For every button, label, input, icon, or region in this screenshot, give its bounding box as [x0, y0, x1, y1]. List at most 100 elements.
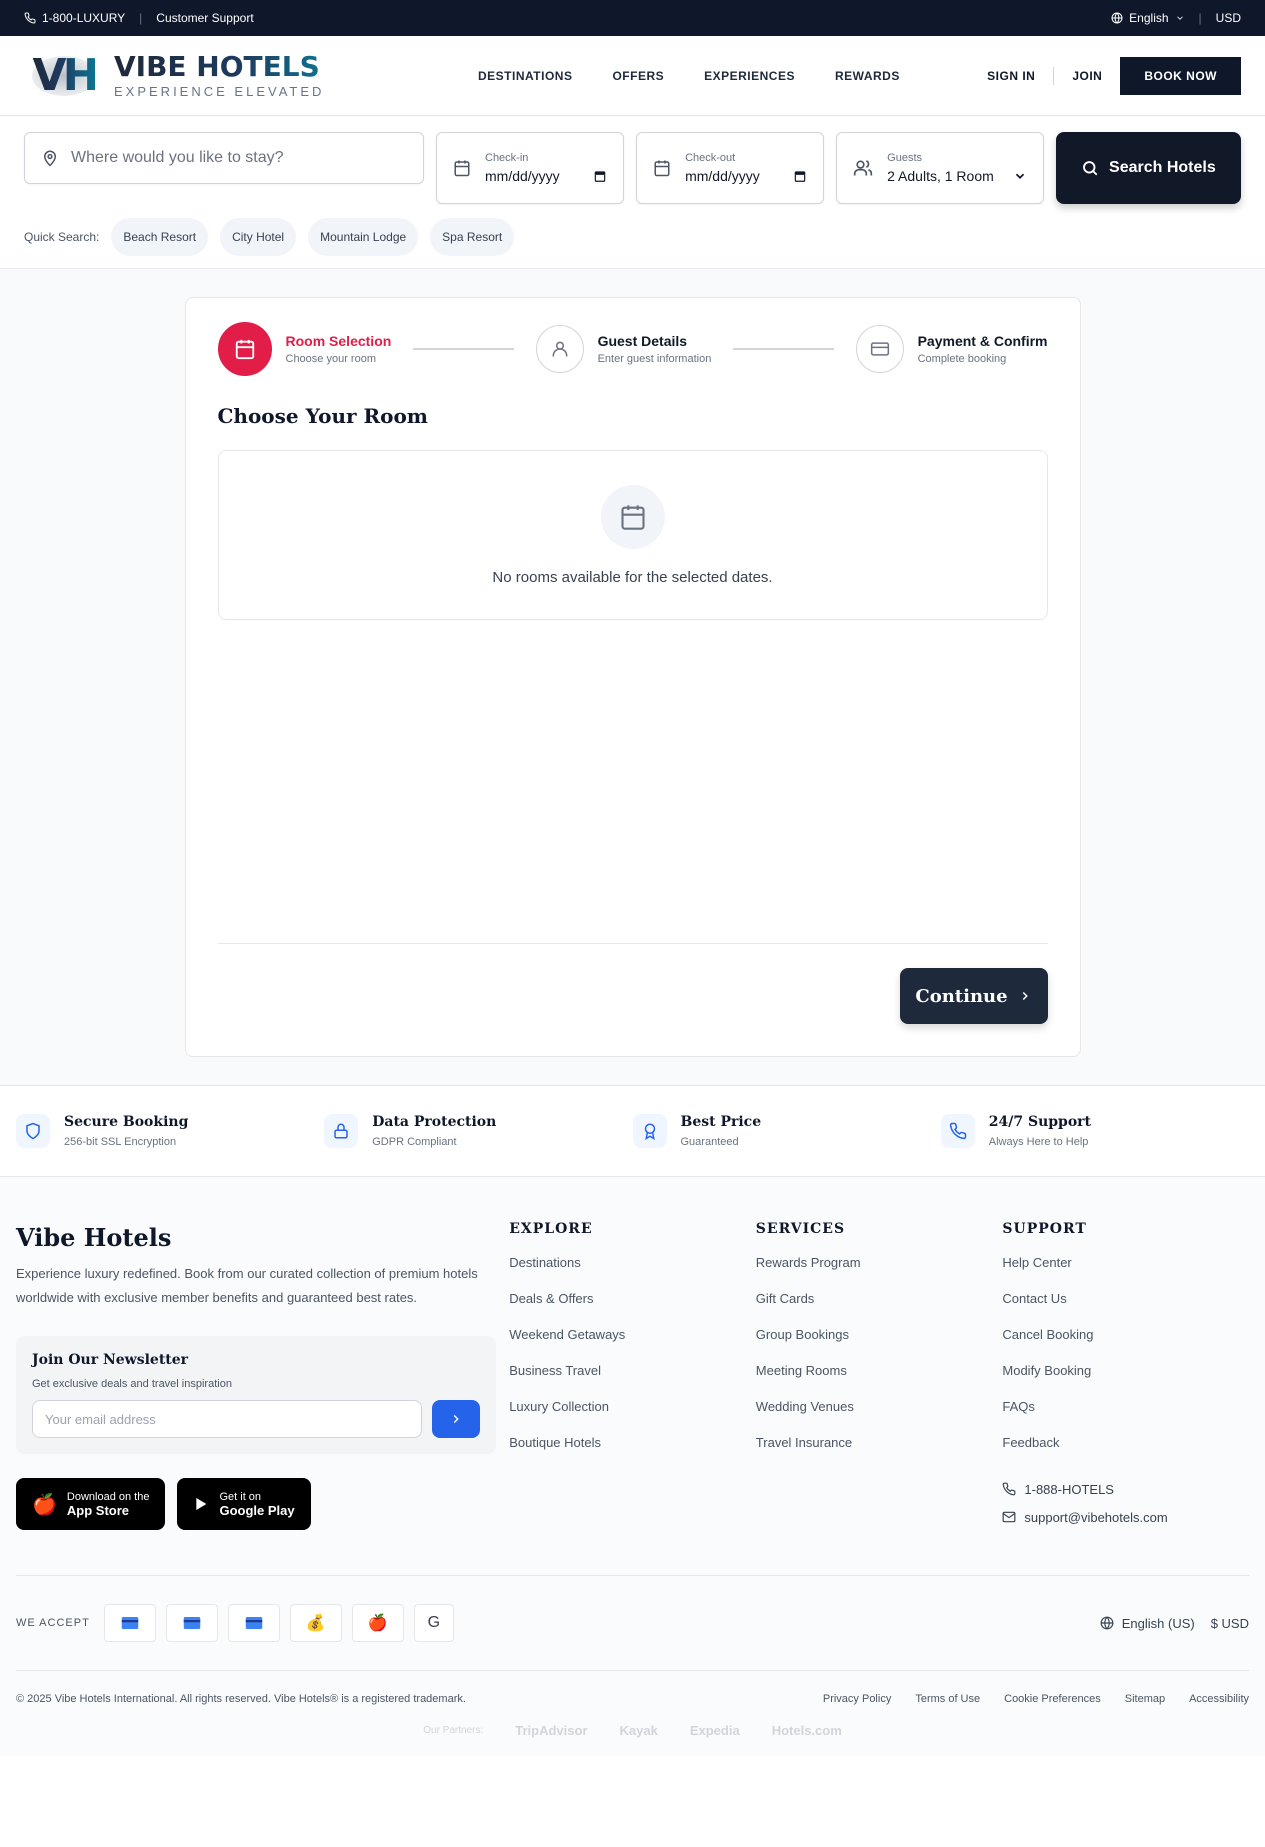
footer-link[interactable]: FAQs — [1002, 1399, 1249, 1435]
nav-offers[interactable]: OFFERS — [612, 69, 664, 83]
footer-link[interactable]: Wedding Venues — [756, 1399, 1003, 1435]
search-hotels-button[interactable]: Search Hotels — [1055, 132, 1242, 204]
chevron-right-icon — [1022, 991, 1028, 1001]
google-play-small: Get it on — [219, 1490, 262, 1503]
footer-link[interactable]: Gift Cards — [756, 1291, 1003, 1327]
customer-support-link[interactable]: Customer Support — [156, 11, 253, 25]
step-subtitle: Enter guest information — [597, 353, 712, 365]
booking-card: Room Selection Choose your room Guest De… — [184, 297, 1081, 1057]
footer-link[interactable]: Business Travel — [509, 1363, 756, 1399]
currency-selector[interactable]: USD — [1216, 11, 1241, 25]
credit-card-icon — [870, 342, 889, 356]
booking-steps: Room Selection Choose your room Guest De… — [217, 322, 1048, 376]
search-hotels-label: Search Hotels — [1109, 159, 1216, 176]
booking-card-footer: Continue — [217, 943, 1048, 1024]
app-store-button[interactable]: 🍎 Download on the App Store — [16, 1478, 166, 1530]
footer-brand-name: Vibe Hotels — [16, 1223, 172, 1252]
footer-phone[interactable]: 1-888-HOTELS — [1002, 1475, 1249, 1503]
footer-link[interactable]: Help Center — [1002, 1255, 1249, 1291]
app-store-big: App Store — [66, 1502, 130, 1518]
feature-title: Secure Booking — [64, 1114, 189, 1130]
play-icon — [196, 1498, 207, 1510]
google-play-button[interactable]: Get it on Google Play — [177, 1478, 311, 1530]
book-now-button[interactable]: BOOK NOW — [1120, 56, 1241, 95]
credit-card-icon — [165, 1604, 218, 1642]
newsletter-title: Join Our Newsletter — [32, 1352, 189, 1368]
feature-best-price: Best Price Guaranteed — [632, 1114, 941, 1148]
legal-link-terms[interactable]: Terms of Use — [915, 1693, 980, 1705]
footer-language-selector[interactable]: English (US) — [1100, 1616, 1195, 1631]
footer-column-title: EXPLORE — [509, 1221, 593, 1237]
users-icon — [853, 160, 873, 176]
apple-icon: 🍎 — [32, 1493, 57, 1516]
brand-name: VIBE HOTELS — [114, 52, 324, 82]
legal-link-privacy[interactable]: Privacy Policy — [823, 1693, 891, 1705]
feature-secure-booking: Secure Booking 256-bit SSL Encryption — [16, 1114, 324, 1148]
feature-subtitle: Always Here to Help — [988, 1136, 1089, 1148]
partner-kayak[interactable]: Kayak — [620, 1723, 658, 1738]
nav-experiences[interactable]: EXPERIENCES — [704, 69, 795, 83]
footer-link[interactable]: Deals & Offers — [509, 1291, 756, 1327]
legal-link-sitemap[interactable]: Sitemap — [1125, 1693, 1165, 1705]
newsletter-email-input[interactable]: Your email address — [32, 1400, 422, 1438]
map-pin-icon — [43, 150, 57, 167]
footer-description: Experience luxury redefined. Book from o… — [16, 1266, 478, 1305]
footer-email[interactable]: support@vibehotels.com — [1002, 1503, 1249, 1531]
checkin-label: Check-in — [485, 152, 529, 164]
sign-in-link[interactable]: SIGN IN — [987, 69, 1035, 83]
checkout-field[interactable]: Check-out mm/dd/yyyy — [636, 132, 825, 204]
phone-icon — [1003, 1482, 1016, 1496]
logo[interactable]: VH VIBE HOTELS EXPERIENCE ELEVATED — [24, 48, 444, 104]
footer-link[interactable]: Modify Booking — [1002, 1363, 1249, 1399]
footer-language-label: English (US) — [1121, 1615, 1195, 1631]
footer-link[interactable]: Rewards Program — [756, 1255, 1003, 1291]
footer-currency-selector[interactable]: $ USD — [1211, 1616, 1249, 1631]
newsletter-submit-button[interactable] — [432, 1400, 480, 1438]
separator: | — [139, 11, 143, 25]
search-section: Where would you like to stay? Check-in m… — [0, 116, 1265, 269]
footer-link[interactable]: Luxury Collection — [509, 1399, 756, 1435]
footer-link[interactable]: Cancel Booking — [1002, 1327, 1249, 1363]
step-subtitle: Complete booking — [917, 353, 1007, 365]
calendar-picker-icon[interactable] — [793, 169, 807, 183]
guests-select[interactable]: Guests 2 Adults, 1 Room — [836, 132, 1044, 204]
copyright-row: © 2025 Vibe Hotels International. All ri… — [16, 1670, 1249, 1715]
globe-icon — [1111, 12, 1123, 24]
footer-support: SUPPORT Help Center Contact Us Cancel Bo… — [1002, 1217, 1249, 1531]
footer-link[interactable]: Travel Insurance — [756, 1435, 1003, 1471]
quick-chip-spa-resort[interactable]: Spa Resort — [430, 218, 515, 256]
calendar-picker-icon[interactable] — [593, 169, 607, 183]
checkin-field[interactable]: Check-in mm/dd/yyyy — [436, 132, 625, 204]
continue-button[interactable]: Continue — [899, 968, 1048, 1024]
footer-link[interactable]: Meeting Rooms — [756, 1363, 1003, 1399]
footer-link[interactable]: Feedback — [1002, 1435, 1249, 1471]
credit-card-icon — [227, 1604, 280, 1642]
partners-row: Our Partners: TripAdvisor Kayak Expedia … — [16, 1715, 1249, 1756]
footer-link[interactable]: Boutique Hotels — [509, 1435, 756, 1471]
chevron-down-icon — [1176, 16, 1183, 20]
footer-link[interactable]: Group Bookings — [756, 1327, 1003, 1363]
partner-expedia[interactable]: Expedia — [690, 1723, 740, 1738]
footer-link[interactable]: Weekend Getaways — [509, 1327, 756, 1363]
nav-destinations[interactable]: DESTINATIONS — [478, 69, 572, 83]
credit-card-icon — [103, 1604, 156, 1642]
phone-link[interactable]: 1-800-LUXURY — [24, 11, 125, 25]
nav-rewards[interactable]: REWARDS — [835, 69, 900, 83]
quick-chip-beach-resort[interactable]: Beach Resort — [111, 218, 209, 256]
footer-link[interactable]: Contact Us — [1002, 1291, 1249, 1327]
partner-tripadvisor[interactable]: TripAdvisor — [515, 1723, 587, 1738]
language-selector[interactable]: English — [1111, 11, 1184, 25]
join-link[interactable]: JOIN — [1072, 69, 1102, 83]
globe-icon — [1100, 1616, 1114, 1630]
calendar-icon — [620, 504, 645, 530]
legal-link-accessibility[interactable]: Accessibility — [1189, 1693, 1249, 1705]
footer-link[interactable]: Destinations — [509, 1255, 756, 1291]
search-icon — [1083, 161, 1098, 176]
destination-input[interactable]: Where would you like to stay? — [24, 132, 424, 184]
step-title: Payment & Confirm — [917, 333, 1048, 349]
quick-chip-mountain-lodge[interactable]: Mountain Lodge — [308, 218, 419, 256]
quick-chip-city-hotel[interactable]: City Hotel — [220, 218, 297, 256]
legal-link-cookies[interactable]: Cookie Preferences — [1004, 1693, 1101, 1705]
partner-hotels-com[interactable]: Hotels.com — [772, 1723, 842, 1738]
feature-support: 24/7 Support Always Here to Help — [940, 1114, 1249, 1148]
